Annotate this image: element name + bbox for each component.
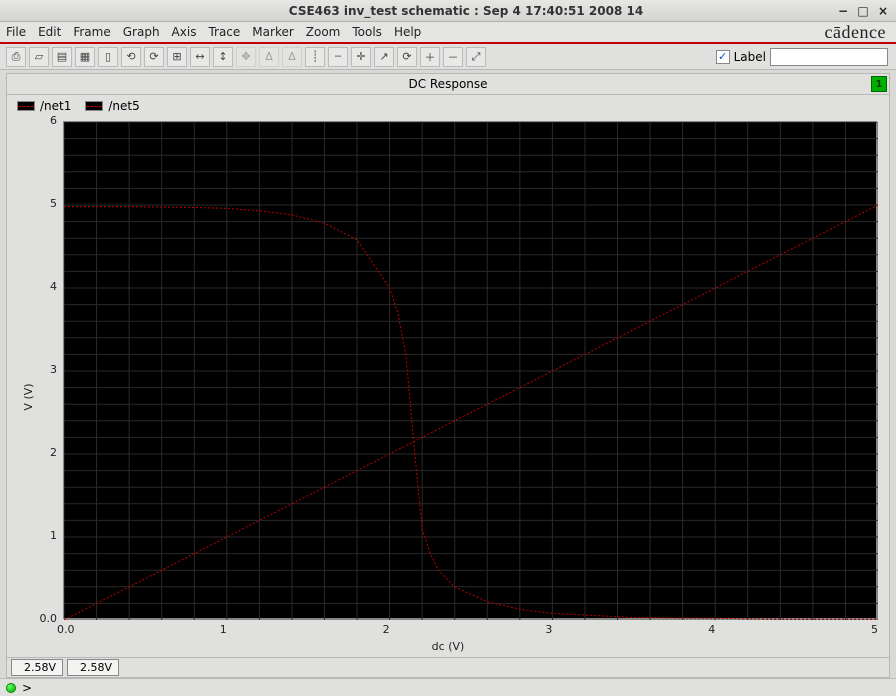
menu-marker[interactable]: Marker xyxy=(252,25,293,39)
y-tick: 5 xyxy=(50,197,57,210)
plus-icon[interactable]: ＋ xyxy=(420,47,440,67)
axis-linear-icon[interactable]: ▤ xyxy=(52,47,72,67)
pan-icon[interactable]: ✥ xyxy=(236,47,256,67)
maximize-button[interactable]: □ xyxy=(856,4,870,18)
redo-icon[interactable]: ⟳ xyxy=(144,47,164,67)
close-button[interactable]: × xyxy=(876,4,890,18)
menu-tools[interactable]: Tools xyxy=(352,25,382,39)
menu-zoom[interactable]: Zoom xyxy=(306,25,341,39)
titlebar: CSE463 inv_test schematic : Sep 4 17:40:… xyxy=(0,0,896,22)
vert-marker-icon[interactable]: ┊ xyxy=(305,47,325,67)
x-tick: 3 xyxy=(545,623,552,636)
status-dot-icon xyxy=(6,683,16,693)
menu-graph[interactable]: Graph xyxy=(123,25,160,39)
readout-2: 2.58V xyxy=(67,659,119,676)
menu-frame[interactable]: Frame xyxy=(73,25,110,39)
x-tick: 5 xyxy=(871,623,878,636)
zoom-area-icon[interactable]: ▱ xyxy=(29,47,49,67)
legend-item-net5[interactable]: /net5 xyxy=(85,99,139,113)
x-tick: 0.0 xyxy=(57,623,75,636)
legend-item-net1[interactable]: /net1 xyxy=(17,99,71,113)
label-toggle-group: ✓ Label xyxy=(716,48,888,66)
delta2-icon[interactable]: Δ xyxy=(282,47,302,67)
legend-label-net1: /net1 xyxy=(40,99,71,113)
label-input[interactable] xyxy=(770,48,888,66)
y-tick: 1 xyxy=(50,529,57,542)
y-tick: 2 xyxy=(50,446,57,459)
y-tick: 6 xyxy=(50,114,57,127)
menu-edit[interactable]: Edit xyxy=(38,25,61,39)
y-axis-label: V (V) xyxy=(22,383,35,410)
menu-trace[interactable]: Trace xyxy=(208,25,240,39)
expand-icon[interactable]: ⤢ xyxy=(466,47,486,67)
y-tick: 3 xyxy=(50,363,57,376)
menu-file[interactable]: File xyxy=(6,25,26,39)
window-title: CSE463 inv_test schematic : Sep 4 17:40:… xyxy=(96,4,836,18)
print-icon[interactable]: ⎙ xyxy=(6,47,26,67)
swatch-net1 xyxy=(17,101,35,111)
x-tick: 2 xyxy=(383,623,390,636)
readout-row: 2.58V 2.58V xyxy=(7,657,889,677)
menu-axis[interactable]: Axis xyxy=(172,25,197,39)
chart-index-badge[interactable]: 1 xyxy=(871,76,887,92)
legend-label-net5: /net5 xyxy=(108,99,139,113)
x-axis-label: dc (V) xyxy=(432,640,465,653)
x-tick: 1 xyxy=(220,623,227,636)
minimize-button[interactable]: − xyxy=(836,4,850,18)
undo-icon[interactable]: ⟲ xyxy=(121,47,141,67)
arrow-icon[interactable]: ↗ xyxy=(374,47,394,67)
chart-title-bar: DC Response 1 xyxy=(6,73,890,95)
swatch-net5 xyxy=(85,101,103,111)
menu-help[interactable]: Help xyxy=(394,25,421,39)
x-tick: 4 xyxy=(708,623,715,636)
axis-grid-icon[interactable]: ▦ xyxy=(75,47,95,67)
legend: /net1 /net5 xyxy=(6,95,890,117)
statusbar: > xyxy=(0,678,896,696)
y-tick: 0.0 xyxy=(40,612,58,625)
snap-icon[interactable]: ▯ xyxy=(98,47,118,67)
brand-logo: cādence xyxy=(825,22,886,43)
plot-wrap: V (V) dc (V) 2.58V 2.58V 0.0 1 2 3 4 5 0.0 1 2 3 4… xyxy=(6,117,890,678)
readout-1: 2.58V xyxy=(11,659,63,676)
plot-area[interactable] xyxy=(63,121,877,619)
window-buttons: − □ × xyxy=(836,4,890,18)
label-checkbox[interactable]: ✓ xyxy=(716,50,730,64)
label-text: Label xyxy=(734,50,766,64)
horiz-marker-icon[interactable]: ┄ xyxy=(328,47,348,67)
menubar: File Edit Frame Graph Axis Trace Marker … xyxy=(0,22,896,44)
reload-icon[interactable]: ⟳ xyxy=(397,47,417,67)
delta-icon[interactable]: Δ xyxy=(259,47,279,67)
fit-icon[interactable]: ⊞ xyxy=(167,47,187,67)
fit-x-icon[interactable]: ↔ xyxy=(190,47,210,67)
chart-title: DC Response xyxy=(408,77,487,91)
fit-y-icon[interactable]: ↕ xyxy=(213,47,233,67)
toolbar: ⎙ ▱ ▤ ▦ ▯ ⟲ ⟳ ⊞ ↔ ↕ ✥ Δ Δ ┊ ┄ ✛ ↗ ⟳ ＋ － … xyxy=(0,44,896,70)
crosshair-icon[interactable]: ✛ xyxy=(351,47,371,67)
y-tick: 4 xyxy=(50,280,57,293)
status-prompt[interactable]: > xyxy=(22,681,32,695)
minus-icon[interactable]: － xyxy=(443,47,463,67)
